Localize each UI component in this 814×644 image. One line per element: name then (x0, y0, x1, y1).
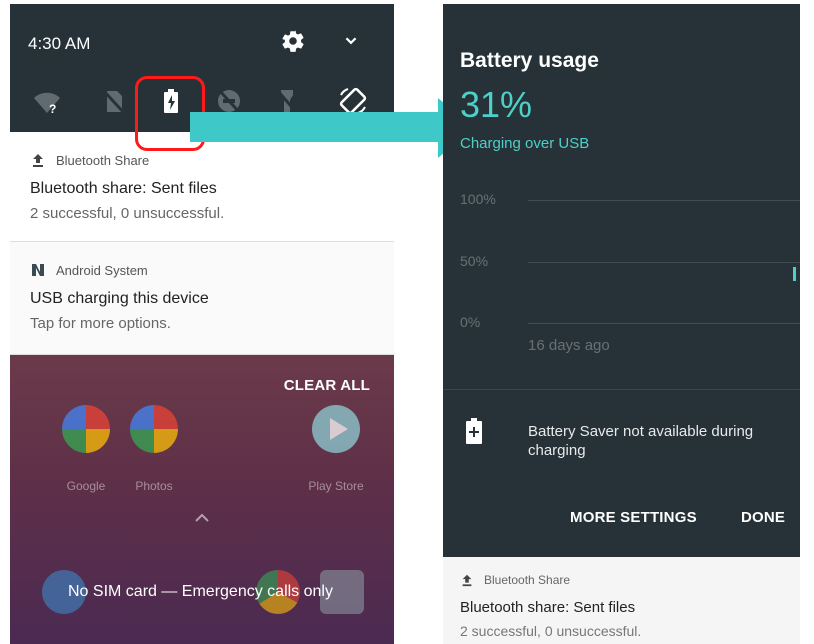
play-store-icon[interactable] (312, 405, 360, 453)
done-button[interactable]: DONE (741, 509, 785, 526)
notification-usb-charging[interactable]: Android System USB charging this device … (10, 242, 394, 355)
graph-gridline (528, 323, 800, 324)
svg-text:?: ? (49, 102, 56, 116)
graph-label-100: 100% (460, 191, 496, 207)
app-label-photos: Photos (135, 479, 173, 493)
battery-saver-message: Battery Saver not available during charg… (528, 423, 754, 459)
graph-label-50: 50% (460, 253, 489, 269)
right-screen: Battery usage 31% Charging over USB 100%… (443, 4, 800, 644)
battery-level-mark (793, 267, 796, 281)
notification-text: Tap for more options. (30, 315, 171, 332)
notification-app-name: Bluetooth Share (484, 573, 571, 587)
battery-usage-title: Battery usage (460, 49, 599, 72)
more-settings-button[interactable]: MORE SETTINGS (570, 509, 697, 526)
status-time: 4:30 AM (28, 34, 91, 53)
sim-status-text: No SIM card — Emergency calls only (68, 583, 333, 600)
chevron-up-icon[interactable] (194, 513, 210, 523)
graph-label-0: 0% (460, 314, 481, 330)
notification-bluetooth-share[interactable]: Bluetooth Share Bluetooth share: Sent fi… (443, 557, 800, 644)
home-screen-background: CLEAR ALL Google Photos Play Store No SI… (10, 355, 394, 644)
android-n-icon (32, 264, 44, 276)
chevron-down-icon[interactable] (340, 30, 362, 52)
battery-percent: 31% (460, 84, 533, 125)
app-label-play-store: Play Store (308, 479, 364, 493)
notification-text: 2 successful, 0 unsuccessful. (460, 623, 642, 639)
battery-plus-icon (466, 418, 482, 444)
notification-app-name: Android System (56, 262, 148, 278)
upload-icon (462, 574, 472, 587)
notification-text: 2 successful, 0 unsuccessful. (30, 205, 225, 222)
google-folder-icon[interactable] (62, 405, 110, 453)
photos-icon[interactable] (130, 405, 178, 453)
notification-title: USB charging this device (30, 290, 209, 307)
pointer-arrow-icon (190, 98, 473, 158)
notification-title: Bluetooth share: Sent files (460, 599, 636, 616)
clear-all-button[interactable]: CLEAR ALL (284, 377, 370, 394)
upload-icon (33, 154, 43, 167)
notification-title: Bluetooth share: Sent files (30, 180, 217, 197)
graph-footer: 16 days ago (528, 337, 610, 354)
divider (443, 389, 800, 390)
notification-app-name: Bluetooth Share (56, 152, 150, 168)
gear-icon[interactable] (280, 28, 306, 54)
graph-gridline (528, 262, 800, 263)
charging-status: Charging over USB (460, 135, 590, 152)
no-sim-icon[interactable] (98, 86, 128, 116)
graph-gridline (528, 200, 800, 201)
wifi-unknown-icon[interactable]: ? (32, 86, 62, 116)
